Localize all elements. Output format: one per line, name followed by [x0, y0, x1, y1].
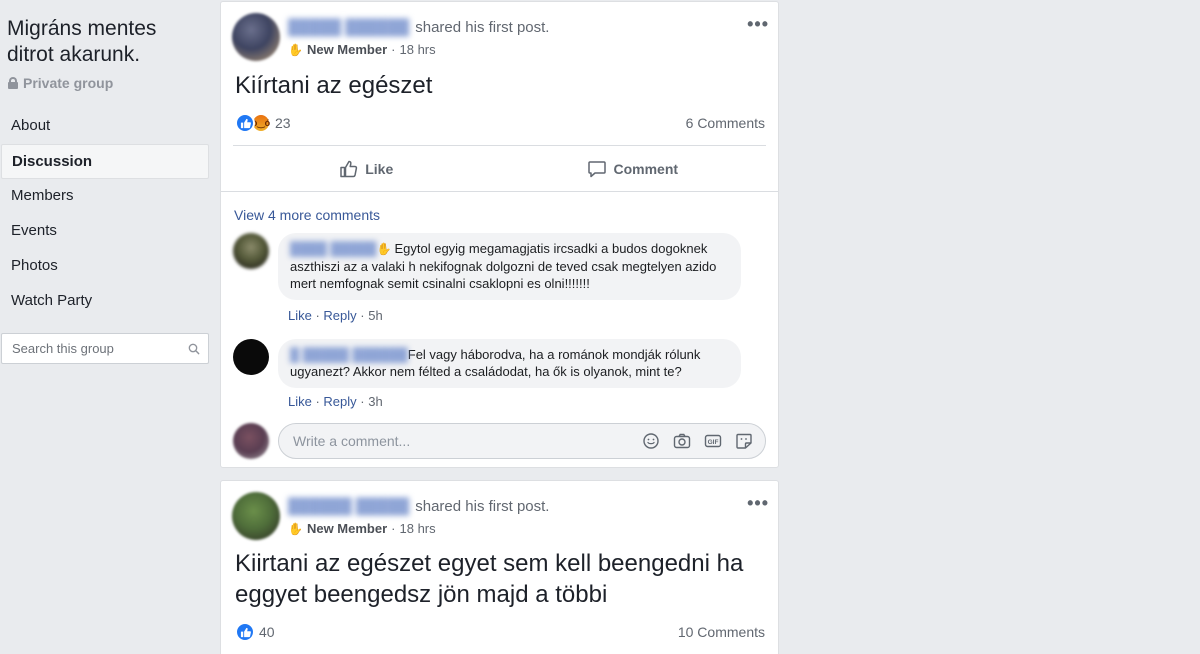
comment-time[interactable]: 5h — [368, 308, 382, 323]
commenter-name-redacted[interactable]: ████ █████ — [290, 240, 377, 257]
comment-count[interactable]: 10 Comments — [678, 624, 765, 640]
post-text: Kiírtani az egészet — [235, 72, 433, 99]
sidebar-item-events[interactable]: Events — [1, 214, 209, 249]
comment-like-link[interactable]: Like — [288, 308, 312, 323]
comment-bubble: █ █████ ██████Fel vagy háborodva, ha a r… — [278, 339, 741, 388]
group-search — [1, 333, 209, 364]
wave-icon: ✋ — [288, 521, 303, 536]
comment-reply-link[interactable]: Reply — [323, 308, 356, 323]
group-nav: About Discussion Members Events Photos W… — [1, 109, 209, 319]
author-line: ██████ █████ shared his first post. — [288, 498, 549, 515]
gif-icon[interactable]: GIF — [704, 432, 722, 450]
comment-reply-link[interactable]: Reply — [323, 394, 356, 409]
reaction-summary[interactable]: ò‿ó 23 — [235, 113, 291, 133]
post-text: Kiirtani az egészet egyet sem kell beeng… — [235, 550, 744, 608]
post-card: █████ ██████ shared his first post. ✋ Ne… — [220, 1, 779, 468]
member-badge: New Member — [306, 521, 388, 536]
post-actions: Like Comment — [233, 145, 766, 191]
privacy-label: Private group — [23, 75, 114, 91]
group-privacy: Private group — [8, 75, 113, 91]
divider — [221, 191, 778, 192]
author-action: shared his first post. — [415, 498, 550, 515]
sticker-icon[interactable] — [735, 432, 753, 450]
post-meta: ✋ New Member · 18 hrs — [288, 42, 436, 57]
post-card: ██████ █████ shared his first post. ✋ Ne… — [220, 480, 779, 654]
comment-count[interactable]: 6 Comments — [686, 115, 765, 131]
author-name-redacted[interactable]: ██████ █████ — [288, 498, 409, 515]
svg-text:GIF: GIF — [708, 439, 719, 446]
thumbs-up-icon — [340, 160, 358, 177]
lock-icon — [8, 77, 18, 89]
sidebar-item-photos[interactable]: Photos — [1, 249, 209, 284]
group-name[interactable]: Migráns mentes ditrot akarunk. — [7, 16, 207, 68]
more-options-icon[interactable]: ••• — [747, 14, 769, 35]
emoji-icon[interactable] — [642, 432, 660, 450]
post-header: █████ ██████ shared his first post. ✋ Ne… — [221, 2, 778, 62]
comment-input[interactable] — [293, 433, 629, 449]
like-reaction-icon — [235, 622, 255, 642]
write-comment-box: GIF — [278, 423, 766, 459]
comment-time[interactable]: 3h — [368, 394, 382, 409]
meta-separator: · — [391, 42, 396, 57]
like-reaction-icon — [235, 113, 255, 133]
sidebar-item-discussion[interactable]: Discussion — [1, 144, 209, 179]
search-input[interactable] — [12, 341, 188, 356]
search-icon[interactable] — [188, 340, 200, 358]
view-more-comments-link[interactable]: View 4 more comments — [234, 207, 380, 223]
author-name-redacted[interactable]: █████ ██████ — [288, 19, 409, 36]
comment-actions: Like · Reply · 3h — [288, 394, 383, 409]
comment-bubble-icon — [588, 160, 607, 177]
author-avatar[interactable] — [232, 13, 280, 61]
meta-separator: · — [391, 521, 396, 536]
comment-label: Comment — [613, 160, 679, 177]
commenter-avatar[interactable] — [233, 233, 269, 269]
commenter-avatar[interactable] — [233, 339, 269, 375]
comment-like-link[interactable]: Like — [288, 394, 312, 409]
reaction-count: 40 — [259, 624, 275, 640]
sidebar-item-watch-party[interactable]: Watch Party — [1, 284, 209, 319]
comment-actions: Like · Reply · 5h — [288, 308, 383, 323]
current-user-avatar — [233, 423, 269, 459]
author-line: █████ ██████ shared his first post. — [288, 19, 549, 36]
camera-icon[interactable] — [673, 432, 691, 450]
post-meta: ✋ New Member · 18 hrs — [288, 521, 436, 536]
author-action: shared his first post. — [415, 19, 550, 36]
comment-bubble: ████ █████✋ Egytol egyig megamagjatis irc… — [278, 233, 741, 300]
comment-button[interactable]: Comment — [500, 146, 767, 191]
sidebar-item-members[interactable]: Members — [1, 179, 209, 214]
sidebar-item-about[interactable]: About — [1, 109, 209, 144]
author-avatar[interactable] — [232, 492, 280, 540]
more-options-icon[interactable]: ••• — [747, 493, 769, 514]
wave-icon: ✋ — [376, 242, 392, 256]
post-header: ██████ █████ shared his first post. ✋ Ne… — [221, 481, 778, 541]
commenter-name-redacted[interactable]: █ █████ ██████ — [290, 346, 408, 363]
reaction-summary[interactable]: 40 — [235, 622, 275, 642]
like-label: Like — [365, 160, 394, 177]
wave-icon: ✋ — [288, 42, 303, 57]
post-time[interactable]: 18 hrs — [400, 42, 436, 57]
post-time[interactable]: 18 hrs — [400, 521, 436, 536]
member-badge: New Member — [306, 42, 388, 57]
like-button[interactable]: Like — [233, 146, 500, 191]
reaction-count: 23 — [275, 115, 291, 131]
